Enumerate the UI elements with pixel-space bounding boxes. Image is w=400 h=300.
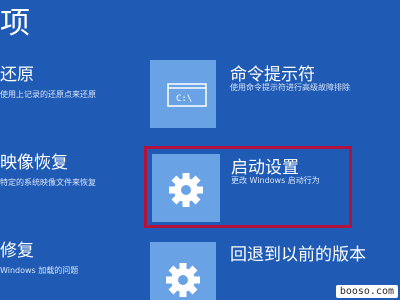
command-prompt-icon: C:\ [167, 83, 207, 107]
page-title: 项 [0, 6, 31, 41]
option-startup-settings[interactable]: 启动设置 更改 Windows 启动行为 [144, 146, 352, 228]
option-title: 映像恢复 [0, 153, 68, 173]
option-description: 特定的系统映像文件来恢复 [0, 178, 96, 187]
option-description: 使用上记录的还原点来还原 [0, 90, 96, 99]
gear-icon [169, 173, 203, 207]
command-prompt-icon-text: C:\ [176, 94, 192, 104]
option-system-image-recovery[interactable]: 映像恢复 特定的系统映像文件来恢复 [0, 148, 130, 194]
command-prompt-tile: C:\ [150, 60, 216, 128]
go-back-tile [150, 242, 216, 300]
gear-icon [166, 263, 200, 297]
option-title: 还原 [0, 65, 34, 85]
startup-settings-tile [152, 154, 220, 222]
watermark: booso.com [335, 285, 398, 298]
option-startup-repair[interactable]: 修复 Windows 加载的问题 [0, 236, 130, 282]
option-system-restore[interactable]: 还原 使用上记录的还原点来还原 [0, 60, 130, 106]
option-title: 回退到以前的版本 [230, 245, 366, 265]
option-description: 更改 Windows 启动行为 [231, 176, 320, 185]
option-title: 修复 [0, 241, 34, 261]
option-description: 使用命令提示符进行高级故障排除 [230, 83, 350, 92]
option-command-prompt[interactable]: C:\ 命令提示符 使用命令提示符进行高级故障排除 [150, 58, 390, 138]
option-description: Windows 加载的问题 [0, 266, 79, 275]
